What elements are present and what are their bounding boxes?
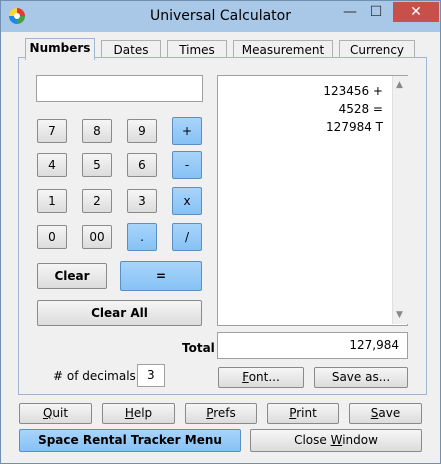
scroll-down-arrow-icon[interactable]: ▼ bbox=[396, 310, 403, 320]
minimize-button[interactable]: — bbox=[337, 2, 363, 22]
tape-scrollbar[interactable]: ▲ ▼ bbox=[392, 76, 408, 324]
font-label: ont... bbox=[248, 370, 280, 384]
key-9-button[interactable]: 9 bbox=[127, 119, 157, 143]
save-label: ave bbox=[378, 406, 401, 420]
close-window-label-start: Close bbox=[294, 433, 331, 447]
print-label: rint bbox=[296, 406, 317, 420]
maximize-button[interactable]: ☐ bbox=[363, 2, 389, 22]
key-7-button[interactable]: 7 bbox=[37, 119, 67, 143]
quit-label: uit bbox=[52, 406, 69, 420]
help-button[interactable]: Help bbox=[102, 403, 175, 424]
close-window-button[interactable]: Close Window bbox=[250, 429, 422, 452]
title-bar[interactable]: Universal Calculator — ☐ ✕ bbox=[1, 1, 440, 32]
prefs-button[interactable]: Prefs bbox=[185, 403, 257, 424]
font-button[interactable]: Font... bbox=[218, 367, 304, 388]
help-label: elp bbox=[133, 406, 153, 420]
decimals-input[interactable]: 3 bbox=[137, 364, 165, 387]
number-entry-field[interactable] bbox=[36, 75, 203, 102]
quit-button[interactable]: Quit bbox=[19, 403, 92, 424]
print-button[interactable]: Print bbox=[267, 403, 339, 424]
tape-line: 4528 = bbox=[338, 102, 383, 116]
total-label: Total bbox=[182, 341, 215, 355]
divide-button[interactable]: / bbox=[172, 223, 202, 251]
quit-hotkey: Q bbox=[42, 406, 53, 420]
key-00-button[interactable]: 00 bbox=[82, 225, 112, 249]
tab-numbers[interactable]: Numbers bbox=[25, 38, 95, 60]
key-6-button[interactable]: 6 bbox=[127, 153, 157, 177]
key-1-button[interactable]: 1 bbox=[37, 189, 67, 213]
space-rental-tracker-menu-button[interactable]: Space Rental Tracker Menu bbox=[19, 429, 241, 452]
prefs-label: refs bbox=[213, 406, 236, 420]
close-window-label-end: indow bbox=[342, 433, 378, 447]
tape-line: 127984 T bbox=[326, 120, 383, 134]
tape-display: 123456 + 4528 = 127984 T bbox=[217, 75, 408, 326]
key-0-button[interactable]: 0 bbox=[37, 225, 67, 249]
key-8-button[interactable]: 8 bbox=[82, 119, 112, 143]
help-hotkey: H bbox=[124, 406, 134, 420]
save-button[interactable]: Save bbox=[349, 403, 422, 424]
calculator-window: Universal Calculator — ☐ ✕ Numbers Dates… bbox=[0, 0, 441, 464]
save-as-button[interactable]: Save as... bbox=[314, 367, 408, 388]
decimal-point-button[interactable]: . bbox=[127, 223, 157, 251]
key-3-button[interactable]: 3 bbox=[127, 189, 157, 213]
clear-all-button[interactable]: Clear All bbox=[37, 300, 202, 326]
decimals-label: # of decimals bbox=[53, 369, 136, 383]
key-2-button[interactable]: 2 bbox=[82, 189, 112, 213]
multiply-button[interactable]: x bbox=[172, 187, 202, 215]
equals-button[interactable]: = bbox=[120, 261, 202, 291]
tape-line: 123456 + bbox=[323, 84, 383, 98]
close-button[interactable]: ✕ bbox=[393, 2, 439, 22]
close-window-hotkey: W bbox=[330, 433, 343, 447]
key-5-button[interactable]: 5 bbox=[82, 153, 112, 177]
key-4-button[interactable]: 4 bbox=[37, 153, 67, 177]
clear-button[interactable]: Clear bbox=[37, 263, 107, 289]
minus-button[interactable]: - bbox=[172, 151, 202, 179]
scroll-up-arrow-icon[interactable]: ▲ bbox=[396, 80, 403, 90]
total-field: 127,984 bbox=[217, 332, 408, 359]
plus-button[interactable]: + bbox=[172, 117, 202, 145]
